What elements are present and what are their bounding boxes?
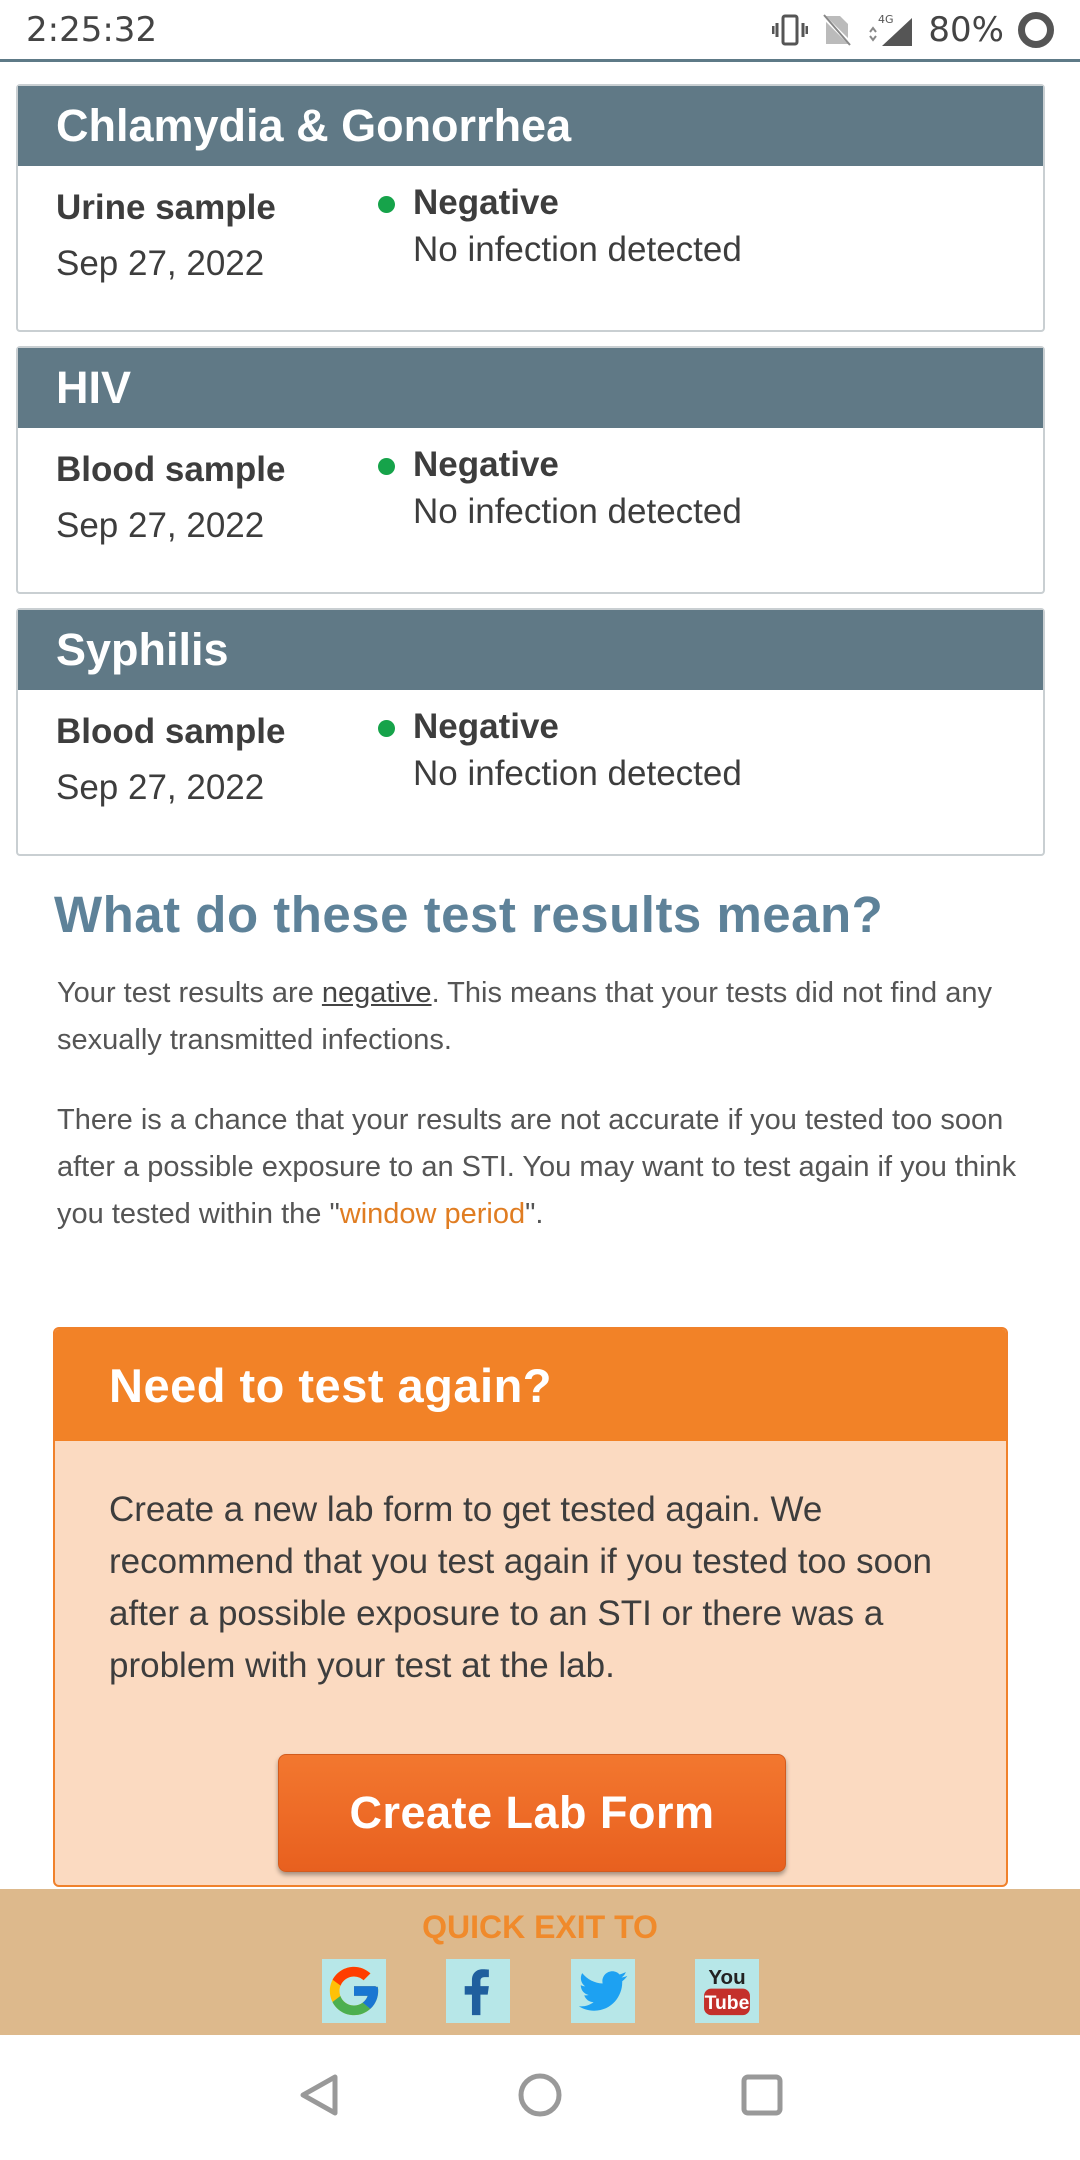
result-status: Negative	[413, 183, 559, 222]
twitter-icon[interactable]	[571, 1959, 635, 2023]
battery-icon	[1018, 11, 1054, 48]
explanation-paragraph-1: Your test results are negative. This mea…	[57, 970, 1017, 1064]
battery-percent: 80%	[928, 9, 1004, 50]
explanation-paragraph-2: There is a chance that your results are …	[57, 1097, 1017, 1238]
result-detail: No infection detected	[413, 492, 742, 531]
status-bar: 2:25:32 4G 80%	[0, 0, 1080, 62]
result-card-title: Chlamydia & Gonorrhea	[18, 86, 1043, 166]
status-dot-icon	[378, 196, 395, 213]
quick-exit-label: QUICK EXIT TO	[422, 1909, 658, 1945]
facebook-icon[interactable]	[446, 1959, 510, 2023]
recents-icon[interactable]	[732, 2065, 792, 2125]
signal-icon: 4G	[869, 13, 913, 46]
sample-type: Blood sample	[56, 712, 286, 751]
back-icon[interactable]	[289, 2065, 349, 2125]
status-dot-icon	[378, 720, 395, 737]
create-lab-form-button[interactable]: Create Lab Form	[278, 1754, 786, 1872]
home-icon[interactable]	[510, 2065, 570, 2125]
svg-text:You: You	[708, 1966, 745, 1989]
paragraph-text: Your test results are	[57, 977, 322, 1009]
paragraph-text: ".	[525, 1198, 544, 1230]
result-card-title: HIV	[18, 348, 1043, 428]
explanation-title: What do these test results mean?	[54, 886, 884, 943]
sample-type: Blood sample	[56, 450, 286, 489]
status-time: 2:25:32	[26, 9, 158, 50]
result-detail: No infection detected	[413, 230, 742, 269]
sample-date: Sep 27, 2022	[56, 244, 265, 283]
quick-exit-bar: QUICK EXIT TO You Tube	[0, 1889, 1080, 2035]
negative-link[interactable]: negative	[322, 977, 432, 1009]
result-card-syphilis: Syphilis Blood sample Sep 27, 2022 Negat…	[16, 608, 1045, 856]
sample-type: Urine sample	[56, 188, 276, 227]
result-card-title: Syphilis	[18, 610, 1043, 690]
youtube-icon[interactable]: You Tube	[695, 1959, 759, 2023]
google-icon[interactable]	[322, 1959, 386, 2023]
test-again-title: Need to test again?	[55, 1329, 1006, 1441]
svg-text:Tube: Tube	[705, 1993, 750, 2014]
result-card-hiv: HIV Blood sample Sep 27, 2022 Negative N…	[16, 346, 1045, 594]
window-period-link[interactable]: window period	[340, 1198, 525, 1230]
svg-text:4G: 4G	[878, 13, 894, 26]
result-status: Negative	[413, 445, 559, 484]
result-card-chlamydia-gonorrhea: Chlamydia & Gonorrhea Urine sample Sep 2…	[16, 84, 1045, 332]
result-status: Negative	[413, 707, 559, 746]
sample-date: Sep 27, 2022	[56, 768, 265, 807]
result-detail: No infection detected	[413, 754, 742, 793]
vibrate-icon	[772, 14, 809, 45]
test-again-panel: Need to test again? Create a new lab for…	[53, 1327, 1008, 1887]
android-nav-bar	[0, 2035, 1080, 2160]
sample-date: Sep 27, 2022	[56, 506, 265, 545]
test-again-text: Create a new lab form to get tested agai…	[109, 1490, 932, 1685]
no-sim-icon	[822, 13, 853, 46]
status-dot-icon	[378, 458, 395, 475]
